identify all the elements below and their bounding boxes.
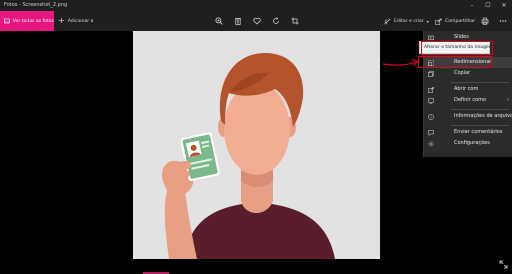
edit-and-create-button[interactable]: Editar e criar ▾ bbox=[384, 11, 429, 31]
add-to-button[interactable]: + Adicionar a bbox=[58, 11, 93, 31]
copy-icon bbox=[428, 70, 434, 77]
menu-item-label: Configurações bbox=[454, 140, 490, 146]
slideshow-icon bbox=[428, 35, 434, 41]
delete-icon[interactable] bbox=[233, 16, 243, 26]
share-button[interactable]: Compartilhar bbox=[435, 11, 475, 31]
open-with-icon bbox=[428, 86, 434, 93]
settings-icon bbox=[428, 140, 434, 147]
menu-item-label: Informações de arquivo bbox=[454, 113, 512, 119]
menu-item-open-with[interactable]: Abrir com bbox=[424, 84, 512, 95]
menu-item-label: Copiar bbox=[454, 70, 471, 76]
see-all-label: Ver todas as fotos bbox=[12, 18, 54, 24]
annotation-box-resize bbox=[418, 56, 492, 68]
photo[interactable] bbox=[133, 31, 380, 259]
chevron-down-icon: ▾ bbox=[426, 18, 429, 24]
menu-item-copy[interactable]: Copiar bbox=[424, 68, 512, 79]
annotation-box-tooltip bbox=[421, 41, 493, 55]
menu-item-label: Enviar comentários bbox=[454, 129, 503, 135]
menu-item-label: Definir como bbox=[454, 97, 487, 103]
feedback-icon bbox=[428, 129, 434, 136]
info-icon bbox=[428, 113, 434, 120]
window-controls: – ☐ ✕ bbox=[464, 0, 512, 11]
add-to-label: Adicionar a bbox=[67, 18, 94, 24]
plus-icon: + bbox=[58, 16, 65, 25]
chevron-right-icon: › bbox=[507, 97, 509, 103]
menu-item-set-as[interactable]: Definir como › bbox=[424, 95, 512, 106]
share-icon bbox=[435, 18, 442, 25]
photos-icon bbox=[4, 18, 10, 24]
window-title: Fotos - Screenshot_2.png bbox=[4, 2, 68, 8]
rotate-icon[interactable] bbox=[271, 16, 281, 26]
person-illustration bbox=[161, 53, 335, 259]
toolbar: Ver todas as fotos + Adicionar a Editar … bbox=[0, 11, 512, 31]
menu-item-label: Abrir com bbox=[454, 86, 479, 92]
menu-item-file-info[interactable]: Informações de arquivo bbox=[424, 111, 512, 122]
print-icon[interactable] bbox=[480, 16, 490, 26]
crop-icon[interactable] bbox=[290, 16, 300, 26]
close-icon[interactable]: ✕ bbox=[496, 0, 512, 11]
favorite-icon[interactable] bbox=[252, 16, 262, 26]
zoom-icon[interactable] bbox=[214, 16, 224, 26]
menu-item-feedback[interactable]: Enviar comentários bbox=[424, 127, 512, 138]
menu-item-settings[interactable]: Configurações bbox=[424, 138, 512, 149]
title-bar: Fotos - Screenshot_2.png – ☐ ✕ bbox=[0, 0, 512, 11]
edit-icon bbox=[384, 18, 391, 24]
annotation-arrow bbox=[382, 58, 420, 66]
fullscreen-icon[interactable] bbox=[499, 260, 508, 269]
set-as-icon bbox=[428, 98, 434, 104]
menu-separator bbox=[451, 109, 509, 110]
menu-separator bbox=[451, 82, 509, 83]
menu-separator bbox=[451, 125, 509, 126]
maximize-icon[interactable]: ☐ bbox=[480, 0, 496, 11]
edit-and-create-label: Editar e criar bbox=[394, 18, 424, 24]
share-label: Compartilhar bbox=[445, 18, 476, 24]
more-options-icon[interactable] bbox=[498, 16, 508, 26]
minimize-icon[interactable]: – bbox=[464, 0, 480, 11]
see-all-photos-button[interactable]: Ver todas as fotos bbox=[0, 11, 54, 31]
